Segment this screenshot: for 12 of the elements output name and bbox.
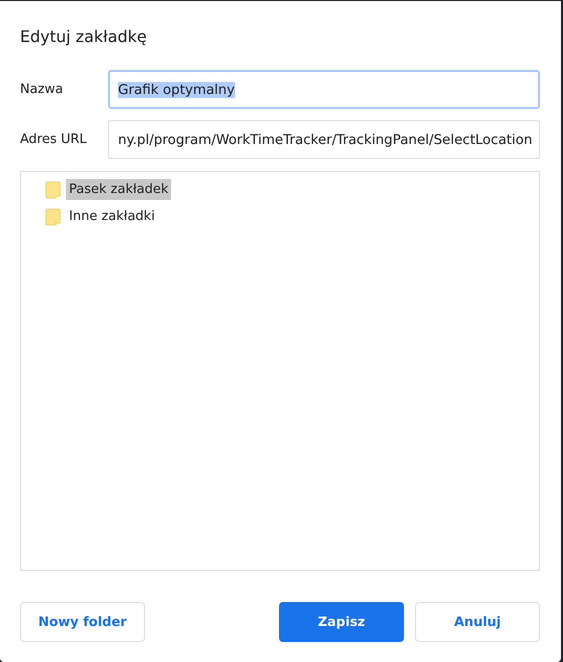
field-label: Adres URL <box>20 132 88 147</box>
input-field[interactable]: Grafik optymalny <box>108 70 540 109</box>
cancel-button[interactable]: Anuluj <box>415 602 540 642</box>
dialog-title: Edytuj zakładkę <box>20 27 148 48</box>
input-field[interactable]: ny.pl/program/WorkTimeTracker/TrackingPanel/SelectLocation <box>108 120 540 159</box>
save-button[interactable]: Zapisz <box>279 602 404 642</box>
folder-item[interactable]: Inne zakładki <box>66 206 158 227</box>
folder-icon <box>45 208 61 226</box>
field-label: Nazwa <box>20 82 64 97</box>
folder-icon <box>45 180 61 198</box>
new-folder-button[interactable]: Nowy folder <box>20 602 145 642</box>
folder-item[interactable]: Pasek zakładek <box>66 179 172 200</box>
